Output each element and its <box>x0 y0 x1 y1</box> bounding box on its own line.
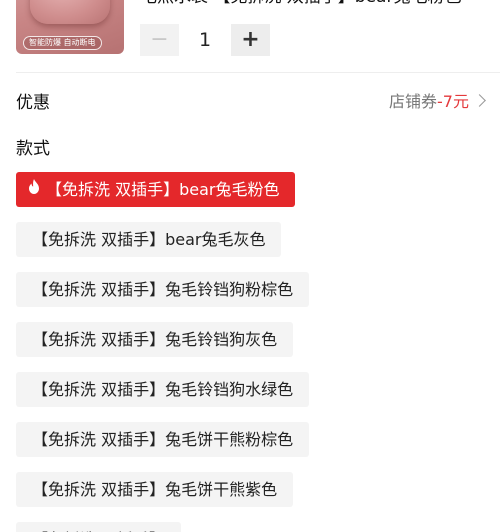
quantity-value[interactable]: 1 <box>179 29 231 51</box>
style-option[interactable]: 【免拆洗 双插手】兔毛铃铛狗水绿色 <box>16 372 310 407</box>
style-option[interactable]: 【免拆洗 双插手】兔毛铃铛狗灰色 <box>16 322 294 357</box>
product-title: 电热水袋 【免拆洗 双插手】bear兔毛粉色 <box>140 0 480 8</box>
style-option[interactable]: 【免拆洗 双插手】bear兔毛灰色 <box>16 222 282 257</box>
divider <box>16 72 500 73</box>
style-option-selected[interactable]: 【免拆洗 双插手】bear兔毛粉色 <box>16 171 296 207</box>
style-option[interactable]: 【免拆洗 双插手】兔毛饼干熊粉棕色 <box>16 422 310 457</box>
style-option[interactable]: 【免拆洗 双插手】 <box>16 522 182 532</box>
promotion-label: 优惠 <box>16 92 50 113</box>
product-summary: 智能防爆 自动断电 电热水袋 【免拆洗 双插手】bear兔毛粉色 − 1 + <box>0 0 500 62</box>
promotion-row[interactable]: 优惠 店铺券 -7元 <box>16 86 486 114</box>
coupon-text: 店铺券 <box>389 92 438 111</box>
chevron-right-icon <box>473 93 486 107</box>
coupon-value: -7元 <box>437 92 469 111</box>
style-option[interactable]: 【免拆洗 双插手】兔毛铃铛狗粉棕色 <box>16 272 310 307</box>
product-image <box>30 0 110 24</box>
decrease-quantity-button[interactable]: − <box>140 24 179 56</box>
increase-quantity-button[interactable]: + <box>231 24 270 56</box>
coupon-summary[interactable]: 店铺券 -7元 <box>389 88 486 112</box>
flame-icon <box>28 171 40 206</box>
quantity-stepper: − 1 + <box>140 24 270 56</box>
style-option[interactable]: 【免拆洗 双插手】兔毛饼干熊紫色 <box>16 472 294 507</box>
product-thumbnail[interactable]: 智能防爆 自动断电 <box>16 0 124 54</box>
style-option-label: 【免拆洗 双插手】bear兔毛粉色 <box>46 180 280 199</box>
product-image-caption: 智能防爆 自动断电 <box>23 36 102 50</box>
style-section-title: 款式 <box>16 139 50 159</box>
